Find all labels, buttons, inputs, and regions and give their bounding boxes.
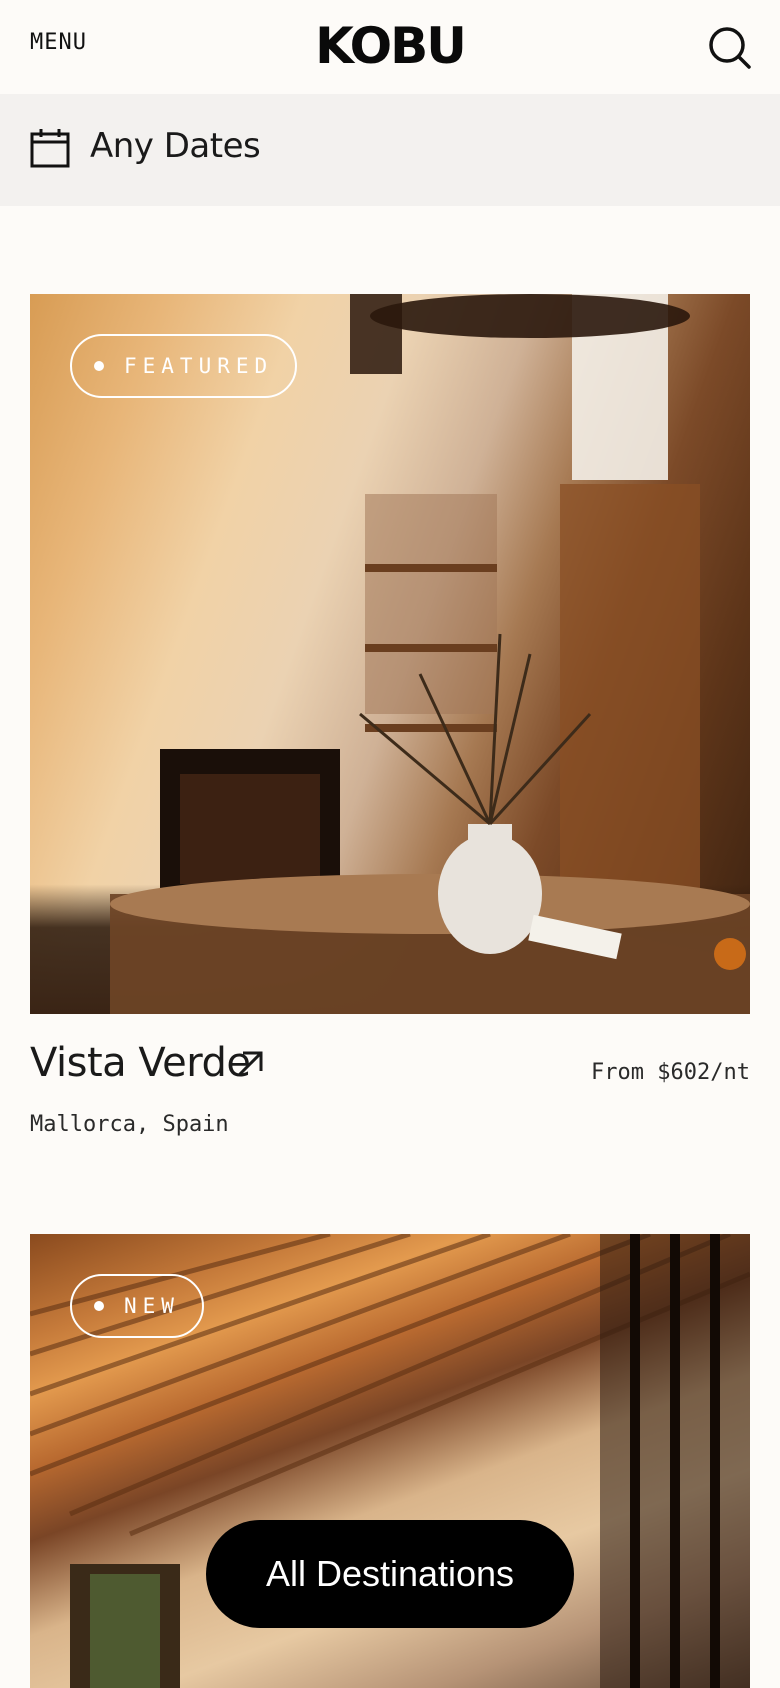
badge-dot [94, 361, 104, 371]
listing-price: From $602/nt [591, 1060, 750, 1085]
date-filter[interactable]: Any Dates [0, 94, 780, 206]
calendar-icon [30, 129, 70, 168]
listing-photo [110, 294, 750, 1014]
listing-image[interactable]: FEATURED [30, 294, 750, 1014]
top-nav: MENU KOBU [0, 0, 780, 94]
search-button[interactable] [706, 24, 754, 72]
date-filter-label: Any Dates [90, 126, 261, 166]
all-destinations-button[interactable]: All Destinations [206, 1520, 574, 1628]
logo[interactable]: KOBU [0, 16, 780, 76]
badge-dot [94, 1301, 104, 1311]
listing-location: Mallorca, Spain [30, 1112, 229, 1137]
new-badge: NEW [70, 1274, 204, 1338]
search-icon [709, 27, 751, 69]
arrow-up-right-icon[interactable] [234, 1048, 266, 1080]
badge-label: NEW [124, 1294, 180, 1318]
badge-label: FEATURED [124, 354, 274, 378]
listing-title[interactable]: Vista Verde [30, 1040, 251, 1086]
featured-badge: FEATURED [70, 334, 298, 398]
